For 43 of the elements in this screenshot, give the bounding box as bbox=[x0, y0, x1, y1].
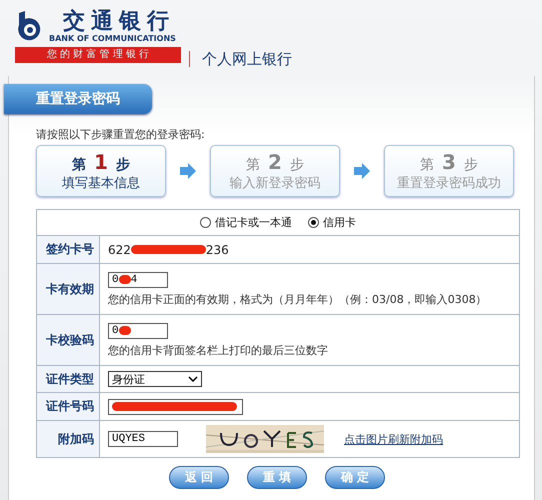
radio-label: 信用卡 bbox=[323, 215, 356, 230]
bank-name-english: BANK OF COMMUNICATIONS bbox=[49, 34, 176, 44]
site-title: 个人网上银行 bbox=[189, 51, 292, 67]
redaction-mark bbox=[118, 326, 131, 335]
card-number: 622 236 bbox=[108, 242, 230, 256]
step-word: 第 bbox=[420, 156, 434, 174]
id-type-select[interactable]: 身份证 bbox=[108, 371, 202, 387]
arrow-icon bbox=[180, 163, 196, 179]
input-field[interactable]: 0 bbox=[108, 322, 168, 338]
field-label: 卡校验码 bbox=[37, 315, 100, 365]
step-label: 重置登录密码成功 bbox=[397, 175, 501, 192]
input-field[interactable]: UQYES bbox=[108, 431, 178, 447]
input-field[interactable]: 0 4 bbox=[108, 272, 168, 288]
bank-name: 交通银行 bbox=[63, 8, 176, 34]
step-word: 步 bbox=[464, 156, 478, 174]
chevron-icon bbox=[188, 376, 198, 382]
step-word: 步 bbox=[116, 156, 130, 174]
hint-text: 您的信用卡背面签名栏上打印的最后三位数字 bbox=[108, 342, 329, 358]
radio-button[interactable] bbox=[200, 217, 211, 228]
field-label: 证件号码 bbox=[37, 393, 100, 420]
step-word: 步 bbox=[290, 156, 304, 174]
arrow-icon bbox=[354, 163, 370, 179]
step-word: 第 bbox=[246, 156, 260, 174]
step-number: 3 bbox=[442, 150, 456, 174]
logo-icon bbox=[15, 11, 43, 41]
field-label: 附加码 bbox=[37, 421, 100, 457]
field-label: 证件类型 bbox=[37, 366, 100, 392]
field-label: 卡有效期 bbox=[37, 264, 100, 314]
radio-label: 借记卡或一本通 bbox=[215, 215, 292, 230]
radio-button[interactable] bbox=[308, 217, 319, 228]
instruction-text: 请按照以下步骤重置您的登录密码: bbox=[36, 128, 206, 142]
step-number: 1 bbox=[94, 150, 108, 174]
step-label: 输入新登录密码 bbox=[230, 175, 320, 192]
field-label: 签约卡号 bbox=[37, 236, 100, 263]
refresh-captcha-link[interactable]: 点击图片刷新附加码 bbox=[344, 432, 443, 446]
panel-title: 重置登录密码 bbox=[4, 84, 152, 114]
input-field[interactable] bbox=[108, 398, 243, 414]
slogan-banner: 您 的 财 富 管 理 银 行 bbox=[15, 47, 181, 63]
hint-text: 您的信用卡正面的有效期，格式为（月月年年）（例：03/08，即输入0308） bbox=[108, 292, 488, 306]
step-word: 第 bbox=[72, 156, 86, 174]
step-label: 填写基本信息 bbox=[62, 175, 140, 192]
step-number: 2 bbox=[268, 150, 282, 174]
redaction-mark bbox=[118, 275, 131, 284]
